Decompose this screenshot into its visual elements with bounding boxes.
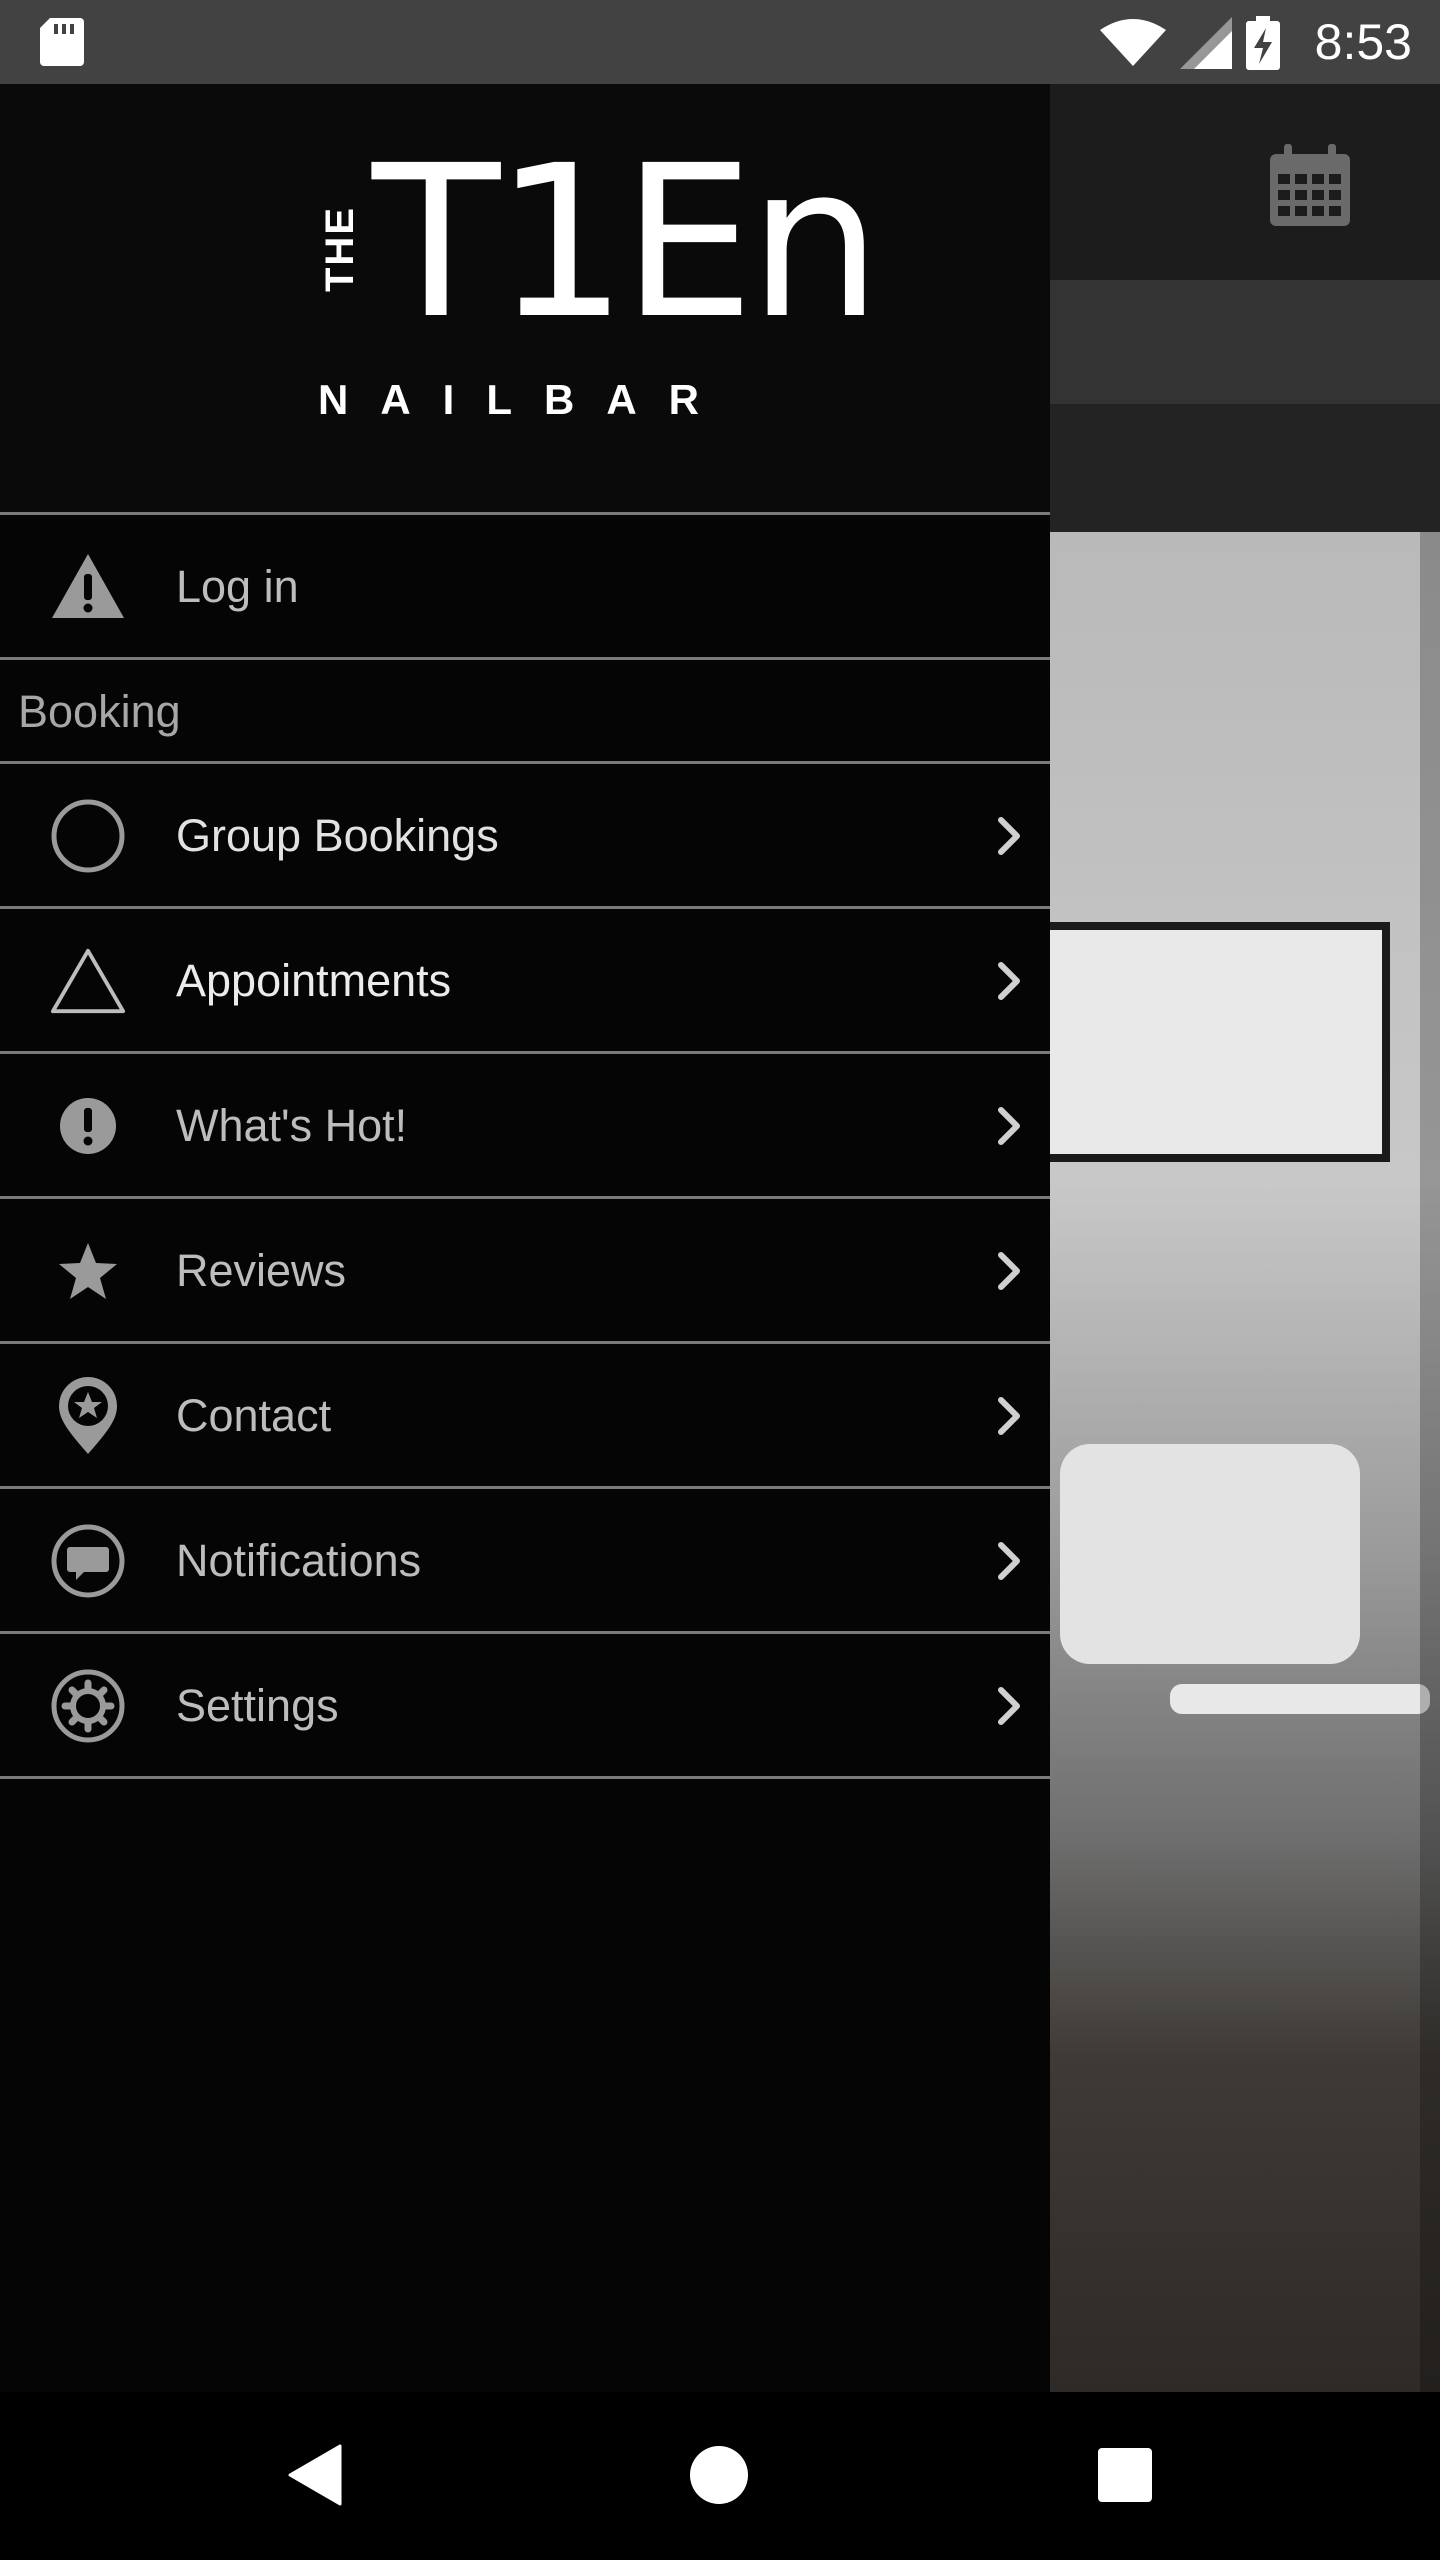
chevron-right-icon — [996, 1251, 1022, 1296]
exclamation-icon — [50, 1088, 126, 1164]
menu-item-group-bookings[interactable]: Group Bookings — [0, 764, 1050, 906]
wall-art-frame — [1030, 922, 1390, 1162]
logo-ten: T1En — [372, 120, 882, 365]
menu-item-appointments[interactable]: Appointments — [0, 909, 1050, 1051]
sd-card-icon — [40, 18, 84, 71]
menu-item-label: Reviews — [176, 1245, 347, 1296]
chevron-right-icon — [996, 1396, 1022, 1441]
warning-icon — [50, 549, 126, 625]
gear-icon — [50, 1668, 126, 1744]
menu-item-label: Group Bookings — [176, 810, 499, 861]
menu-item-login[interactable]: Log in — [0, 515, 1050, 657]
menu-item-login-label: Log in — [176, 561, 299, 612]
menu-item-label: What's Hot! — [176, 1100, 408, 1151]
star-icon — [50, 1233, 126, 1309]
chevron-right-icon — [996, 1686, 1022, 1731]
section-header-booking: Booking — [0, 660, 1050, 761]
home-icon[interactable] — [690, 2446, 748, 2504]
divider — [0, 1776, 1050, 1779]
logo-nailbar: NAILBAR — [318, 376, 731, 423]
menu-item-notifications[interactable]: Notifications — [0, 1489, 1050, 1631]
system-nav-bar — [0, 2392, 1440, 2560]
menu-item-contact[interactable]: Contact — [0, 1344, 1050, 1486]
side-table — [1170, 1684, 1430, 1714]
battery-charging-icon — [1246, 16, 1280, 75]
salon-chair — [1060, 1444, 1360, 1664]
chevron-right-icon — [996, 816, 1022, 861]
chat-bubble-icon — [50, 1523, 126, 1599]
drawer-menu: Log in Booking Group Bookings Appointmen… — [0, 512, 1050, 1779]
chevron-right-icon — [996, 961, 1022, 1006]
section-header-label: Booking — [18, 686, 181, 737]
scrim-edge — [1420, 532, 1440, 2392]
menu-item-whats-hot[interactable]: What's Hot! — [0, 1054, 1050, 1196]
menu-item-label: Settings — [176, 1680, 339, 1731]
chevron-right-icon — [996, 1541, 1022, 1586]
recents-icon[interactable] — [1098, 2448, 1152, 2502]
calendar-icon[interactable] — [1266, 140, 1354, 233]
chevron-right-icon — [996, 1106, 1022, 1151]
wifi-icon — [1100, 18, 1166, 73]
menu-item-settings[interactable]: Settings — [0, 1634, 1050, 1776]
map-pin-star-icon — [50, 1377, 126, 1454]
triangle-icon — [50, 943, 126, 1019]
status-clock: 8:53 — [1314, 14, 1412, 70]
menu-item-label: Appointments — [176, 955, 452, 1006]
drawer-header: THE T1En NAILBAR — [0, 84, 1050, 512]
navigation-drawer: THE T1En NAILBAR Log in Booking Group Bo… — [0, 84, 1050, 2392]
menu-item-reviews[interactable]: Reviews — [0, 1199, 1050, 1341]
menu-item-label: Contact — [176, 1390, 332, 1441]
logo-the: THE — [318, 206, 362, 292]
menu-item-label: Notifications — [176, 1535, 422, 1586]
brand-logo: THE T1En NAILBAR — [318, 138, 882, 434]
signal-icon — [1180, 17, 1232, 74]
status-bar: 8:53 — [0, 0, 1440, 84]
circle-icon — [50, 798, 126, 874]
back-icon[interactable] — [288, 2444, 342, 2511]
